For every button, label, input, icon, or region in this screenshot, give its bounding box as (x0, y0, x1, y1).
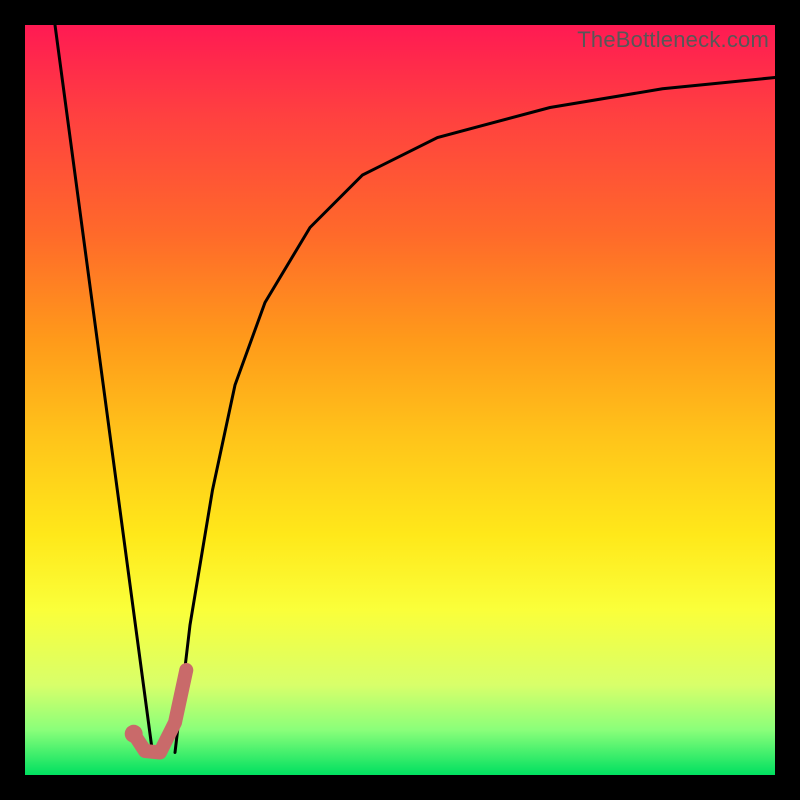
rising-curve (175, 78, 775, 753)
chart-container: TheBottleneck.com (0, 0, 800, 800)
chart-svg (25, 25, 775, 775)
descending-line (55, 25, 153, 753)
j-dot (125, 725, 143, 743)
plot-area: TheBottleneck.com (25, 25, 775, 775)
